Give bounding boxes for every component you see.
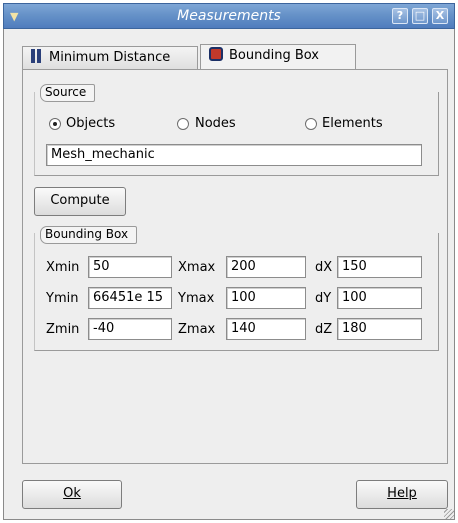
zmax-field[interactable]: 140 (226, 318, 306, 340)
xmin-label: Xmin (46, 260, 80, 275)
ymin-label: Ymin (46, 291, 79, 306)
window-title: Measurements (177, 8, 281, 24)
xmax-label: Xmax (178, 260, 216, 275)
maximize-button[interactable]: □ (412, 8, 428, 24)
dy-field[interactable]: 100 (337, 287, 422, 309)
help-button[interactable]: Help (356, 480, 448, 509)
ymax-field[interactable]: 100 (226, 287, 306, 309)
xmax-field[interactable]: 200 (226, 256, 306, 278)
compute-button[interactable]: Compute (34, 187, 126, 216)
zmax-label: Zmax (178, 322, 216, 337)
close-button[interactable]: X (432, 8, 448, 24)
nodes-radio[interactable] (177, 118, 189, 130)
xmin-field[interactable]: 50 (88, 256, 172, 278)
ymin-field[interactable]: 66451e 15 (88, 287, 172, 309)
objects-radio[interactable] (49, 118, 61, 130)
resize-grip-icon[interactable] (444, 509, 454, 519)
dz-label: dZ (315, 322, 333, 337)
dy-label: dY (315, 291, 332, 306)
tab-label: Bounding Box (229, 48, 320, 63)
elements-radio-label[interactable]: Elements (322, 116, 383, 131)
tab-bounding-box[interactable]: Bounding Box (200, 44, 356, 70)
tab-label: Minimum Distance (49, 50, 171, 65)
dz-field[interactable]: 180 (337, 318, 422, 340)
dx-field[interactable]: 150 (337, 256, 422, 278)
zmin-field[interactable]: -40 (88, 318, 172, 340)
bounding-box-icon (209, 47, 223, 61)
objects-radio-label[interactable]: Objects (66, 116, 115, 131)
nodes-radio-label[interactable]: Nodes (195, 116, 236, 131)
elements-radio[interactable] (305, 118, 317, 130)
zmin-label: Zmin (46, 322, 80, 337)
dx-label: dX (315, 260, 333, 275)
distance-icon (31, 49, 45, 63)
title-bar[interactable]: ▼ Measurements ? □ X (3, 3, 455, 29)
bounding-box-group-title: Bounding Box (40, 226, 138, 244)
tab-minimum-distance[interactable]: Minimum Distance (22, 46, 198, 70)
help-titlebar-button[interactable]: ? (392, 8, 408, 24)
ymax-label: Ymax (178, 291, 215, 306)
source-object-field[interactable]: Mesh_mechanic (46, 144, 422, 166)
radio-selected-dot (53, 122, 57, 126)
ok-button[interactable]: Ok (22, 480, 122, 509)
source-group-title: Source (40, 84, 96, 102)
